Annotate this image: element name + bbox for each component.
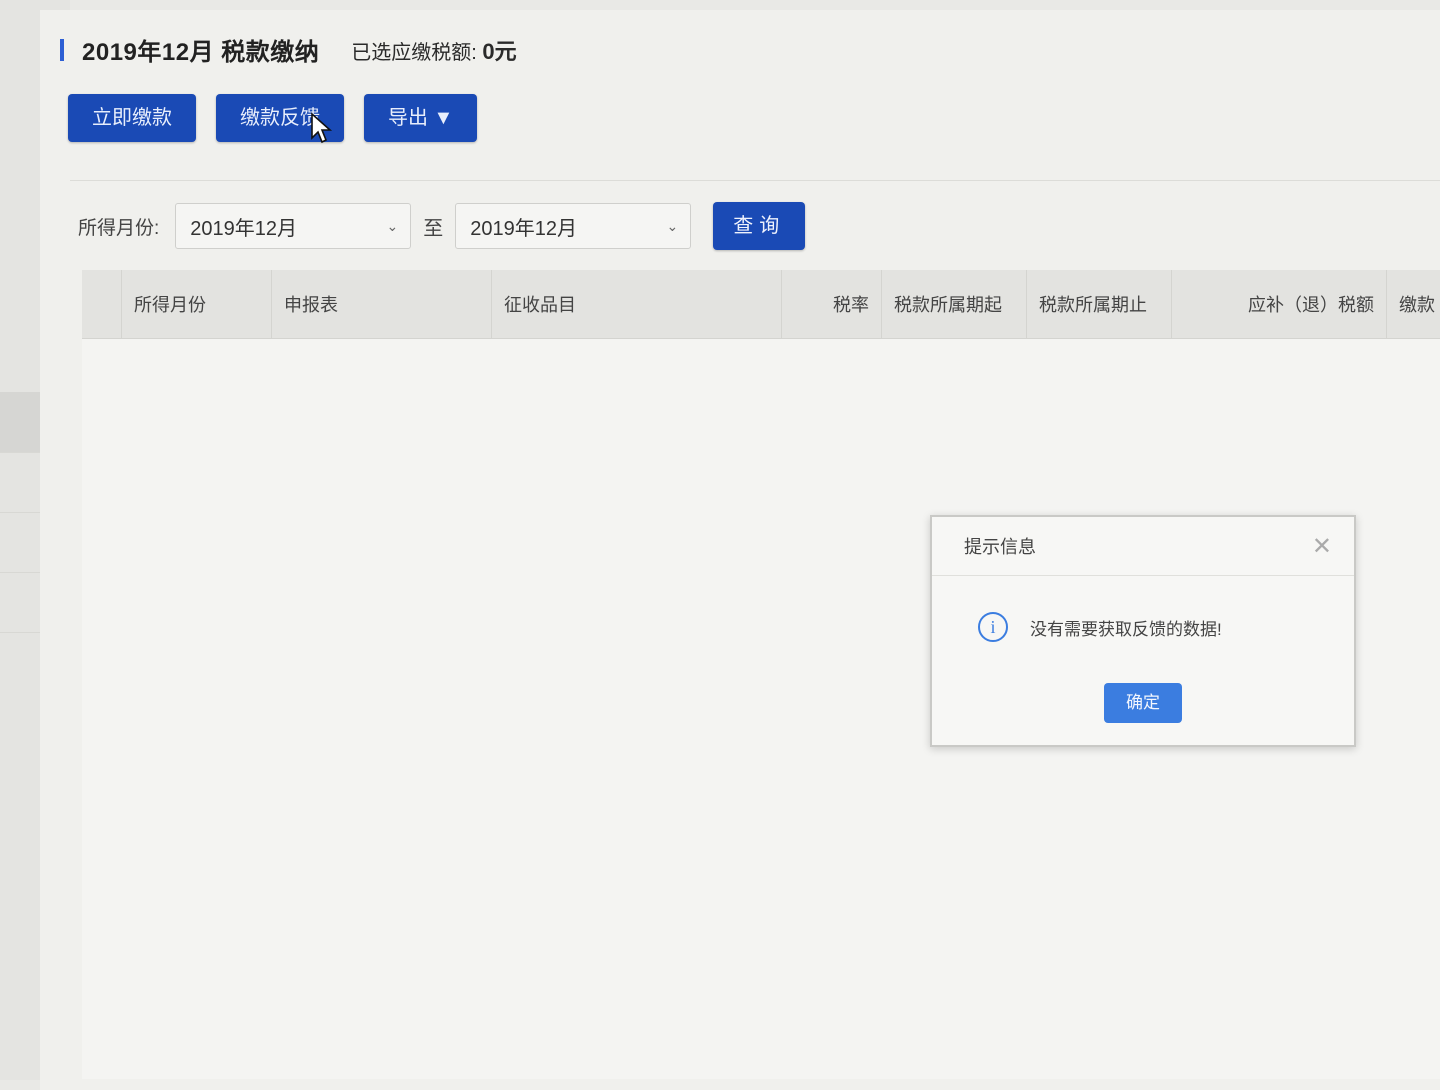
selected-amount: 已选应缴税额: 0元: [351, 34, 516, 66]
page-header: 2019年12月 税款缴纳 已选应缴税额: 0元: [60, 32, 517, 67]
title-accent-bar: [60, 38, 64, 61]
divider: [70, 180, 1440, 181]
dialog-body: i 没有需要获取反馈的数据!: [932, 576, 1354, 642]
month-to-select[interactable]: 2019年12月 ⌄: [455, 203, 692, 249]
column-header: 税率: [782, 270, 882, 338]
column-header: 税款所属期止: [1027, 270, 1172, 338]
column-header: 征收品目: [492, 270, 782, 338]
close-icon[interactable]: ✕: [1312, 532, 1332, 561]
month-from-value: 2019年12月: [190, 217, 298, 240]
dialog-title: 提示信息: [964, 537, 1036, 557]
page-title: 2019年12月 税款缴纳: [82, 39, 320, 66]
range-separator: 至: [423, 217, 444, 240]
column-header: 税款所属期起: [882, 270, 1027, 338]
dialog-message: 没有需要获取反馈的数据!: [1030, 619, 1222, 639]
table-header: 所得月份 申报表 征收品目 税率 税款所属期起 税款所属期止 应补（退）税额 缴…: [82, 270, 1440, 339]
ok-button[interactable]: 确定: [1104, 683, 1182, 723]
column-header: 所得月份: [122, 270, 272, 338]
info-icon: i: [978, 612, 1008, 642]
filter-bar: 所得月份: 2019年12月 ⌄ 至 2019年12月 ⌄ 查询: [78, 202, 806, 250]
dialog-header: 提示信息 ✕: [932, 517, 1354, 576]
toolbar: 立即缴款 缴款反馈 导出 ▼: [68, 94, 497, 142]
column-header: 应补（退）税额: [1172, 270, 1387, 338]
chevron-down-icon: ⌄: [386, 217, 399, 234]
pay-now-button[interactable]: 立即缴款: [68, 94, 196, 142]
info-dialog: 提示信息 ✕ i 没有需要获取反馈的数据! 确定: [930, 515, 1356, 747]
export-dropdown-button[interactable]: 导出 ▼: [364, 94, 478, 142]
select-all-column[interactable]: [82, 270, 122, 338]
column-header: 缴款: [1399, 295, 1435, 315]
selected-amount-label: 已选应缴税额:: [351, 41, 477, 64]
month-to-value: 2019年12月: [470, 217, 578, 240]
selected-amount-value: 0元: [482, 38, 517, 64]
chevron-down-icon: ⌄: [666, 217, 679, 234]
column-header: 申报表: [272, 270, 492, 338]
income-month-label: 所得月份:: [78, 217, 160, 239]
query-button[interactable]: 查询: [713, 202, 806, 250]
month-from-select[interactable]: 2019年12月 ⌄: [175, 203, 412, 249]
dialog-footer: 确定: [932, 683, 1354, 723]
